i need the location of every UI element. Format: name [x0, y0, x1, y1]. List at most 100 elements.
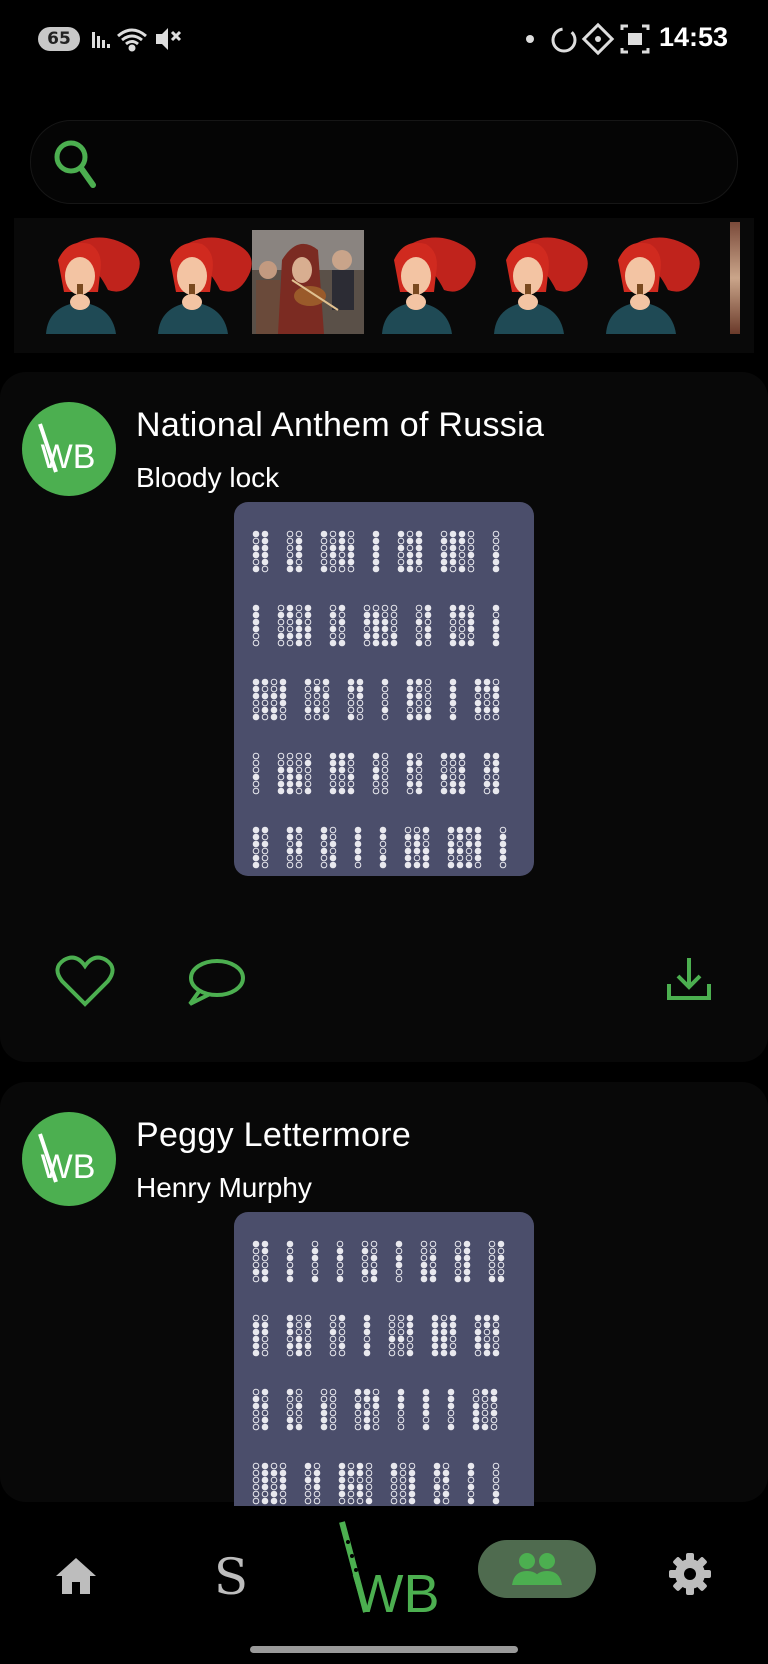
woman-flute-avatar[interactable] [476, 230, 588, 334]
fingering-hole [431, 1314, 439, 1322]
fingering-hole [252, 780, 260, 788]
fingering-hole [363, 604, 371, 612]
fingering-hole [424, 618, 432, 626]
fingering-hole [286, 530, 294, 538]
fingering-hole [252, 1423, 260, 1431]
fingering-hole [488, 1240, 496, 1248]
fingering-hole [370, 1247, 378, 1255]
tab-sheet-preview[interactable] [234, 502, 534, 876]
fingering-hole [252, 861, 260, 869]
fingering-hole [449, 632, 457, 640]
fingering-hole [329, 1335, 337, 1343]
search-bar[interactable] [30, 120, 738, 204]
fingering-hole [440, 530, 448, 538]
fingering-hole [270, 706, 278, 714]
search-input[interactable] [111, 121, 717, 203]
fingering-hole [338, 1342, 346, 1350]
fingering-hole [304, 678, 312, 686]
fingering-hole [252, 699, 260, 707]
fingering-hole [270, 1483, 278, 1491]
download-icon[interactable] [664, 954, 714, 1008]
wb-logo[interactable]: WB [330, 1518, 440, 1628]
fingering-hole [304, 1349, 312, 1357]
fingering-hole [406, 530, 414, 538]
fingering-hole [336, 1275, 344, 1283]
fingering-hole [304, 1462, 312, 1470]
woman-flute-avatar[interactable] [140, 230, 252, 334]
fingering-hole [329, 1395, 337, 1403]
fingering-hole [449, 625, 457, 633]
fingering-hole [483, 1314, 491, 1322]
fingering-hole [447, 1409, 455, 1417]
fingering-hole [433, 1490, 441, 1498]
post-author[interactable]: Henry Murphy [136, 1172, 312, 1204]
fingering-hole [347, 1497, 355, 1505]
fingering-hole [431, 1349, 439, 1357]
fingering-hole [474, 1349, 482, 1357]
avatar[interactable]: WB [22, 402, 116, 496]
fingering-hole [456, 833, 464, 841]
fingering-hole [365, 1483, 373, 1491]
fingering-hole [397, 565, 405, 573]
fingering-hole [433, 1483, 441, 1491]
fingering-hole [422, 854, 430, 862]
post-title[interactable]: National Anthem of Russia [136, 406, 544, 445]
fingering-hole [329, 1423, 337, 1431]
fingering-hole [304, 1335, 312, 1343]
fingering-hole [320, 537, 328, 545]
fingering-hole [313, 678, 321, 686]
settings-icon[interactable] [660, 1544, 720, 1604]
gesture-bar[interactable] [250, 1646, 518, 1653]
fingering-hole [329, 565, 337, 573]
post-author[interactable]: Bloody lock [136, 462, 279, 494]
fingering-hole [442, 1497, 450, 1505]
fingering-hole [361, 1275, 369, 1283]
violin-player-photo[interactable] [252, 230, 364, 334]
search-icon[interactable] [49, 135, 103, 197]
fingering-hole [354, 847, 362, 855]
comment-icon[interactable] [184, 956, 246, 1012]
fingering-hole [295, 611, 303, 619]
fingering-hole [286, 826, 294, 834]
fingering-hole [458, 558, 466, 566]
tab-sheet-preview[interactable] [234, 1212, 534, 1512]
fingering-hole [295, 558, 303, 566]
woman-flute-avatar[interactable] [28, 230, 140, 334]
s-icon[interactable]: S [196, 1542, 266, 1612]
fingering-hole [329, 1314, 337, 1322]
fingering-hole [447, 840, 455, 848]
fingering-hole [481, 1416, 489, 1424]
fingering-hole [252, 1490, 260, 1498]
fingering-hole [381, 766, 389, 774]
fingering-hole [295, 1314, 303, 1322]
fingering-hole [483, 1342, 491, 1350]
post-card[interactable]: WB Peggy Lettermore Henry Murphy [0, 1082, 768, 1512]
fingering-hole [320, 854, 328, 862]
fingering-hole [279, 678, 287, 686]
fingering-hole [488, 1247, 496, 1255]
post-card[interactable]: WB National Anthem of Russia Bloody lock [0, 372, 768, 1062]
fingering-hole [447, 854, 455, 862]
fingering-hole [429, 1261, 437, 1269]
fingering-hole [365, 1462, 373, 1470]
fingering-hole [404, 840, 412, 848]
fingering-hole [252, 1335, 260, 1343]
fingering-hole [277, 611, 285, 619]
fingering-hole [415, 625, 423, 633]
home-icon[interactable] [46, 1546, 106, 1606]
fingering-hole [390, 1483, 398, 1491]
fingering-hole [286, 780, 294, 788]
woman-flute-avatar[interactable] [364, 230, 476, 334]
community-icon[interactable] [478, 1540, 596, 1598]
fingering-hole [354, 1395, 362, 1403]
fingering-hole [361, 1247, 369, 1255]
fingering-hole [347, 1469, 355, 1477]
fingering-hole [463, 1261, 471, 1269]
fingering-hole [415, 537, 423, 545]
avatar[interactable]: WB [22, 1112, 116, 1206]
heart-icon[interactable] [54, 954, 116, 1012]
fingering-hole [408, 1497, 416, 1505]
post-title[interactable]: Peggy Lettermore [136, 1116, 411, 1155]
fingering-hole [304, 766, 312, 774]
woman-flute-avatar[interactable] [588, 230, 700, 334]
